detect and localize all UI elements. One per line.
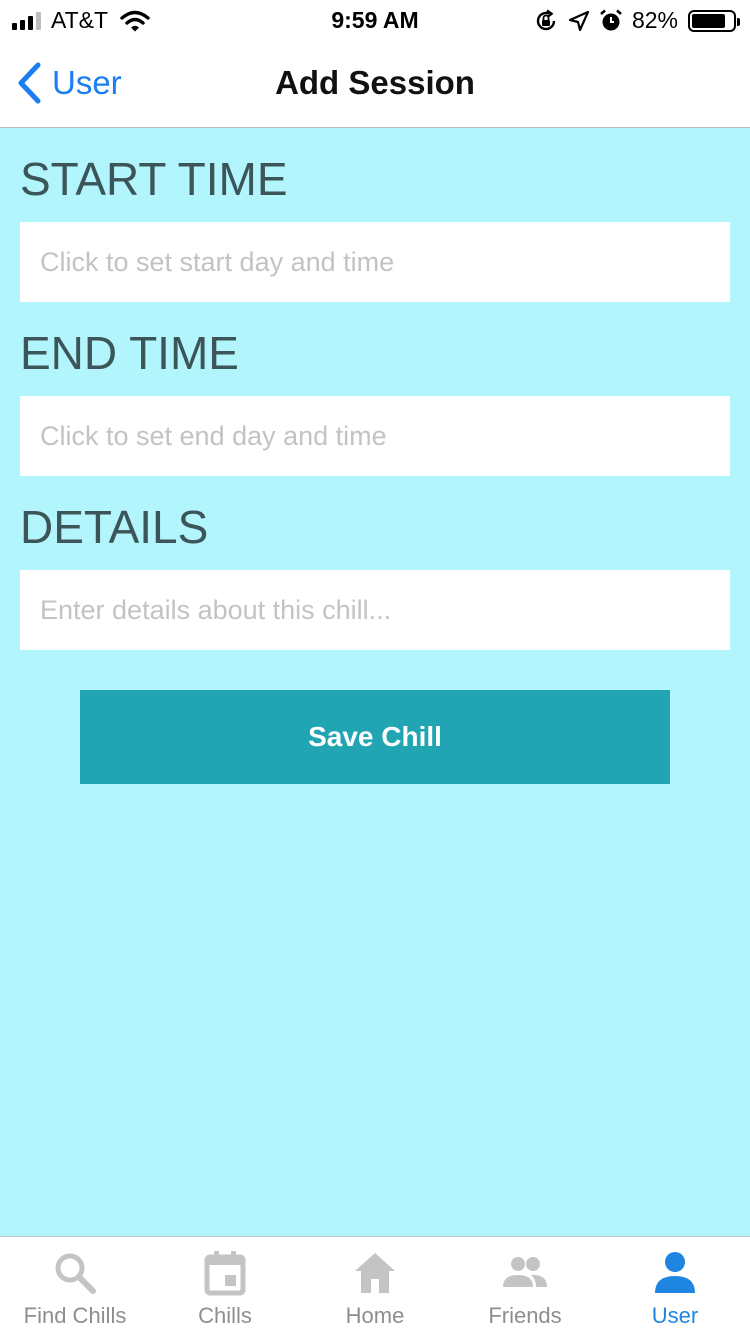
tab-user-label: User bbox=[651, 1303, 699, 1328]
calendar-icon bbox=[204, 1251, 246, 1296]
status-bar: AT&T 9:59 AM 82% bbox=[0, 0, 750, 40]
add-session-form: START TIME END TIME DETAILS Save Chill bbox=[0, 128, 750, 1236]
end-time-field[interactable] bbox=[20, 396, 730, 476]
search-icon bbox=[55, 1253, 96, 1294]
tab-bar: Find Chills Chills Home Friends User bbox=[0, 1236, 750, 1334]
battery-icon bbox=[688, 9, 740, 32]
status-right: 82% bbox=[534, 7, 740, 34]
end-time-label: END TIME bbox=[20, 327, 239, 379]
start-time-label: START TIME bbox=[20, 153, 288, 205]
alarm-icon bbox=[600, 9, 622, 30]
tab-chills-label: Chills bbox=[198, 1303, 252, 1328]
tab-friends-label: Friends bbox=[488, 1303, 562, 1328]
tab-user[interactable]: User bbox=[600, 1237, 750, 1334]
rotation-lock-icon bbox=[536, 9, 556, 30]
details-field[interactable] bbox=[20, 570, 730, 650]
battery-tip bbox=[737, 17, 740, 26]
page-title: Add Session bbox=[275, 64, 475, 101]
details-label: DETAILS bbox=[20, 501, 209, 553]
people-icon bbox=[503, 1257, 547, 1287]
home-icon bbox=[355, 1253, 395, 1293]
tab-chills[interactable]: Chills bbox=[150, 1237, 300, 1334]
tab-find-chills-label: Find Chills bbox=[23, 1303, 127, 1328]
battery-percent: 82% bbox=[631, 7, 678, 33]
navigation-bar: User Add Session bbox=[0, 40, 750, 128]
battery-level-fill bbox=[692, 13, 725, 28]
tab-home[interactable]: Home bbox=[300, 1237, 450, 1334]
tab-friends[interactable]: Friends bbox=[450, 1237, 600, 1334]
tab-home-label: Home bbox=[345, 1303, 405, 1328]
start-time-field[interactable] bbox=[20, 222, 730, 302]
location-icon bbox=[568, 10, 590, 31]
tab-find-chills[interactable]: Find Chills bbox=[0, 1237, 150, 1334]
person-icon bbox=[655, 1252, 695, 1293]
save-chill-button[interactable]: Save Chill bbox=[80, 690, 670, 784]
